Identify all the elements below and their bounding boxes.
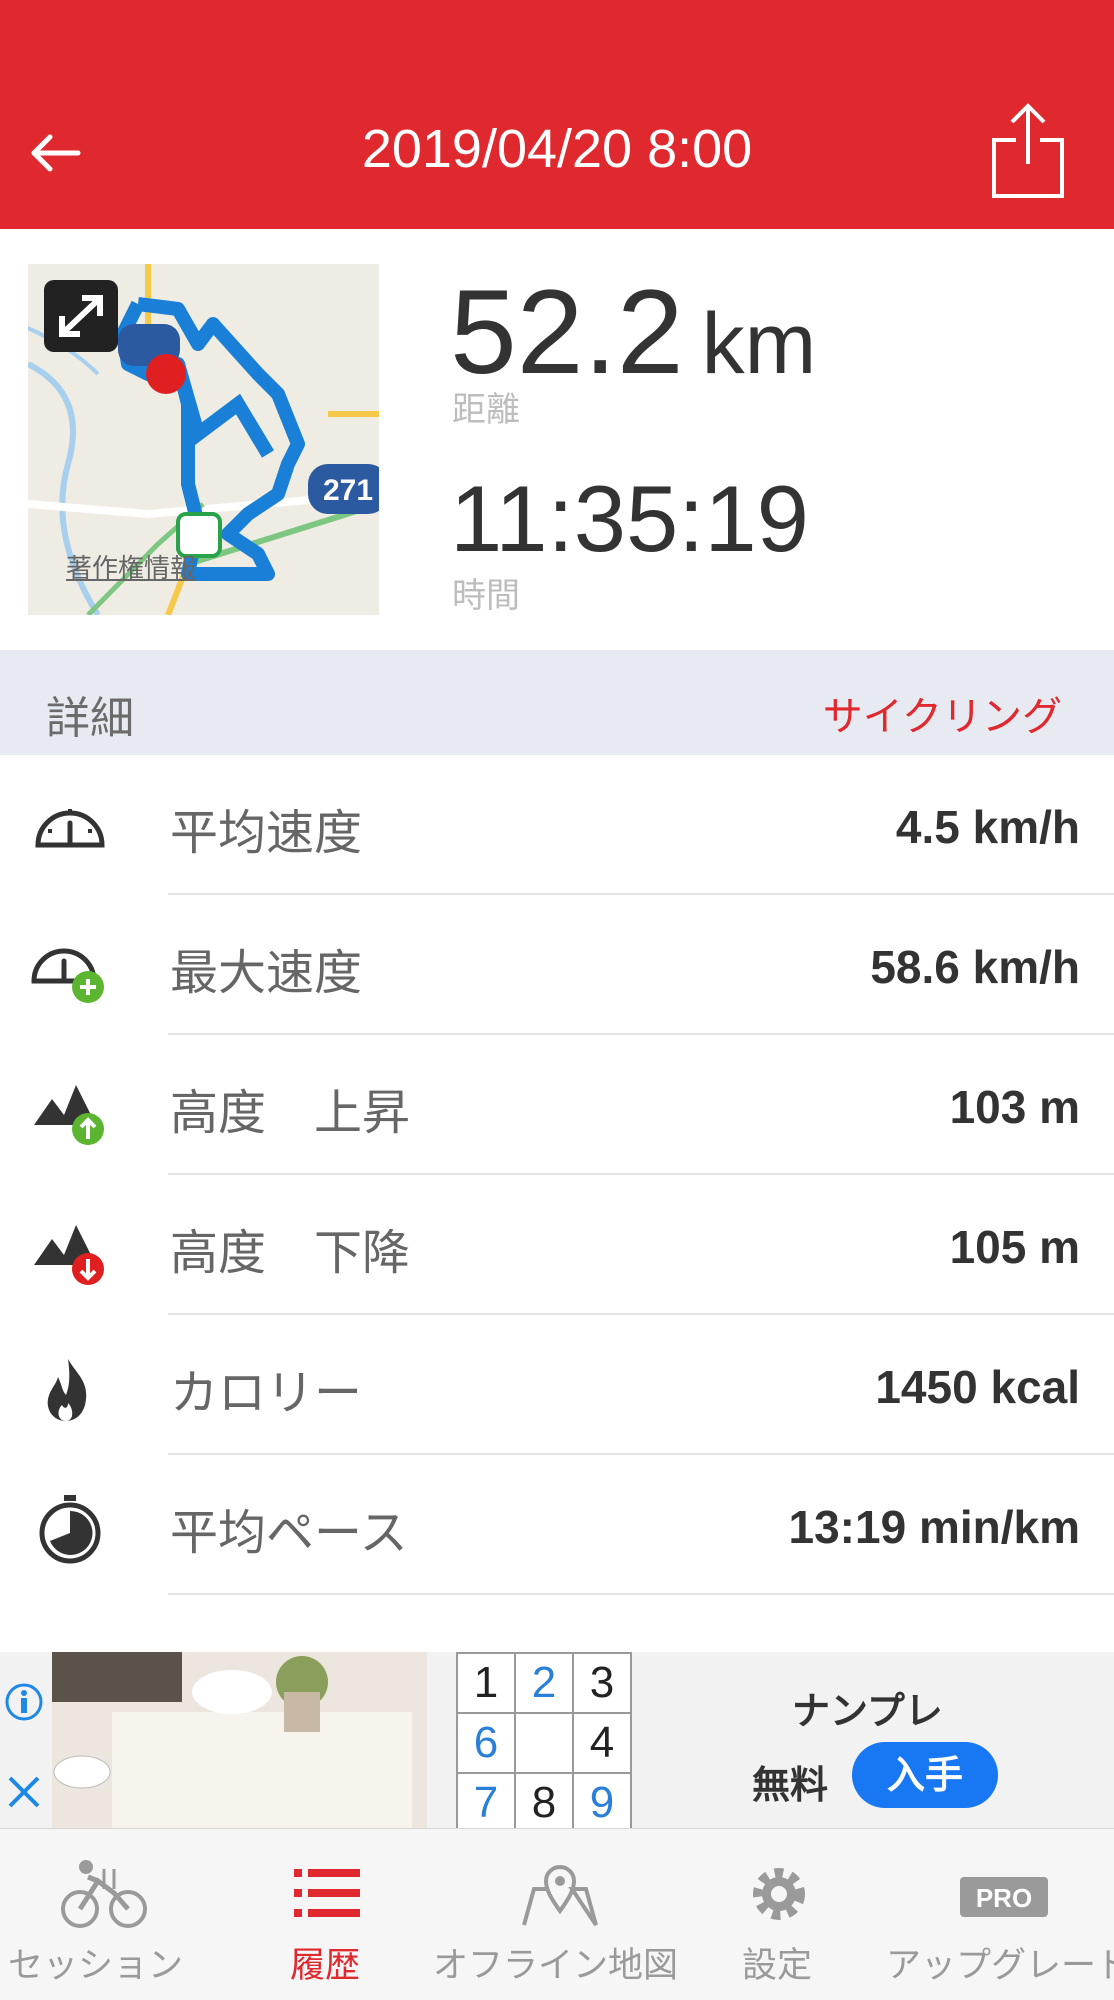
list-item: 高度 上昇 103 m xyxy=(0,1035,1114,1175)
ad-photo xyxy=(52,1652,427,1828)
distance-unit: km xyxy=(701,296,817,392)
details-section-header: 詳細 サイクリング xyxy=(0,650,1114,755)
speedometer-icon xyxy=(35,809,105,848)
pro-badge-icon: PRO xyxy=(960,1877,1048,1917)
grid-cell: 6 xyxy=(456,1712,516,1774)
tab-label: 履歴 xyxy=(290,1946,361,1986)
row-label: カロリー xyxy=(170,1365,363,1421)
ad-banner[interactable]: 123 64 789 ナンプレ 無料 入手 xyxy=(0,1652,1114,1834)
row-value: 103 m xyxy=(949,1081,1080,1133)
tab-label: アップグレード xyxy=(886,1946,1114,1986)
list-item: 平均ペース 13:19 min/km xyxy=(0,1455,1114,1595)
tab-settings[interactable]: 設定 xyxy=(700,1829,860,2000)
flame-icon xyxy=(47,1359,87,1421)
close-icon[interactable] xyxy=(4,1772,44,1812)
pro-badge-text: PRO xyxy=(976,1883,1032,1913)
tab-history[interactable]: 履歴 xyxy=(250,1829,410,2000)
distance-value: 52.2 xyxy=(450,265,684,399)
activity-type[interactable]: サイクリング xyxy=(823,684,1062,742)
expand-icon xyxy=(59,295,103,337)
ad-price: 無料 xyxy=(752,1763,829,1807)
road-number: 271 xyxy=(323,474,373,507)
row-label: 平均ペース xyxy=(170,1505,408,1561)
gear-icon xyxy=(753,1868,805,1920)
share-icon[interactable] xyxy=(990,100,1066,200)
row-value: 1450 kcal xyxy=(875,1361,1080,1413)
list-item: 最大速度 58.6 km/h xyxy=(0,895,1114,1035)
divider xyxy=(168,1593,1114,1595)
list-item: 高度 下降 105 m xyxy=(0,1175,1114,1315)
tab-label: セッション xyxy=(8,1946,184,1986)
details-list: 平均速度 4.5 km/h 最大速度 58.6 km/h 高度 上昇 103 m… xyxy=(0,755,1114,1652)
distance-value-block: 52.2 km xyxy=(450,272,816,392)
ad-app-name: ナンプレ xyxy=(792,1689,943,1733)
map-pin-icon xyxy=(522,1865,598,1927)
info-icon[interactable] xyxy=(4,1682,44,1722)
mountain-down-icon xyxy=(34,1225,104,1285)
expand-map-button[interactable] xyxy=(44,280,118,352)
row-label: 平均速度 xyxy=(170,805,363,861)
list-item: 平均速度 4.5 km/h xyxy=(0,755,1114,895)
grid-cell: 1 xyxy=(456,1652,516,1714)
grid-cell xyxy=(514,1712,574,1774)
distance-label: 距離 xyxy=(452,390,520,430)
time-label: 時間 xyxy=(452,576,520,616)
grid-cell: 9 xyxy=(572,1772,632,1834)
ad-get-button[interactable]: 入手 xyxy=(852,1742,998,1808)
grid-cell: 4 xyxy=(572,1712,632,1774)
grid-cell: 8 xyxy=(514,1772,574,1834)
route-map-thumbnail[interactable]: 271 著作権情報 xyxy=(28,264,379,615)
tab-session[interactable]: セッション xyxy=(0,1829,210,2000)
row-value: 58.6 km/h xyxy=(870,941,1080,993)
grid-cell: 3 xyxy=(572,1652,632,1714)
grid-cell: 2 xyxy=(514,1652,574,1714)
grid-cell: 7 xyxy=(456,1772,516,1834)
top-bar: 2019/04/20 8:00 xyxy=(0,0,1114,229)
list-item: カロリー 1450 kcal xyxy=(0,1315,1114,1455)
tab-upgrade[interactable]: PRO アップグレード xyxy=(880,1829,1114,2000)
tab-label: オフライン地図 xyxy=(433,1946,679,1986)
row-label: 高度 上昇 xyxy=(170,1085,411,1141)
row-value: 13:19 min/km xyxy=(788,1501,1080,1553)
cyclist-icon xyxy=(61,1860,147,1928)
list-icon xyxy=(294,1869,360,1917)
page-title: 2019/04/20 8:00 xyxy=(361,119,753,179)
sudoku-grid: 123 64 789 xyxy=(456,1652,632,1834)
stopwatch-icon xyxy=(39,1495,101,1564)
row-value: 4.5 km/h xyxy=(895,801,1080,853)
mountain-up-icon xyxy=(34,1085,104,1145)
tab-offline-map[interactable]: オフライン地図 xyxy=(430,1829,690,2000)
details-label: 詳細 xyxy=(46,693,134,744)
row-label: 最大速度 xyxy=(170,945,363,1001)
tab-label: 設定 xyxy=(742,1946,813,1986)
speedometer-plus-icon xyxy=(31,948,104,1003)
row-label: 高度 下降 xyxy=(170,1225,411,1281)
tab-bar: セッション 履歴 オフライン地図 設定 PRO アップグレード xyxy=(0,1828,1114,2000)
row-value: 105 m xyxy=(949,1221,1080,1273)
map-copyright-link[interactable]: 著作権情報 xyxy=(66,548,196,585)
time-value: 11:35:19 xyxy=(450,466,809,571)
